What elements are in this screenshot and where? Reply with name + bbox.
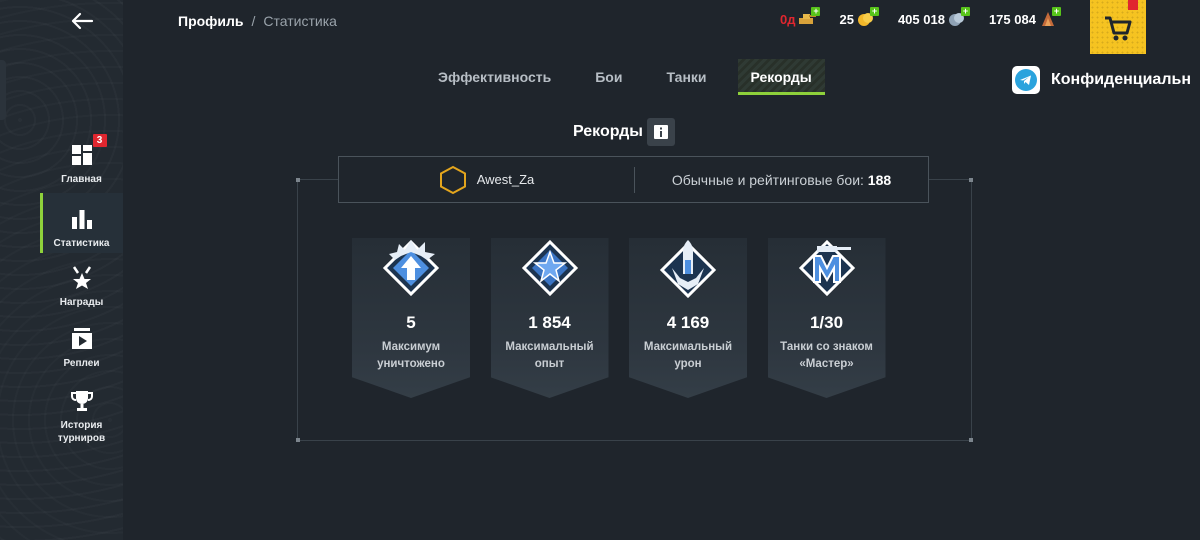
tab-efficiency[interactable]: Эффективность: [425, 59, 564, 95]
stats-tabs: Эффективность Бои Танки Рекорды: [425, 59, 843, 95]
gold-value: 25: [839, 11, 854, 27]
sidebar-item-label: Главная: [61, 174, 102, 185]
arrow-left-icon: [71, 12, 94, 30]
sidebar-item-statistics[interactable]: Статистика: [40, 193, 123, 253]
gold-coins-icon: +: [856, 6, 879, 28]
gold-counter[interactable]: 25 +: [839, 6, 879, 28]
back-button[interactable]: [68, 8, 96, 34]
tab-battles[interactable]: Бои: [582, 59, 635, 95]
premium-days-value: 0д: [780, 11, 796, 27]
panel-corner: [969, 438, 973, 442]
sidebar-item-label: Награды: [59, 297, 104, 308]
player-hexagon-icon: [439, 165, 466, 194]
battles-value: 188: [867, 171, 892, 188]
sidebar-item-label: Реплеи: [63, 358, 100, 369]
sidebar-item-label: История турниров: [57, 420, 106, 444]
statistics-icon: [69, 206, 95, 232]
free-xp-value: 175 084: [988, 11, 1036, 27]
sidebar-item-tournament-history[interactable]: История турниров: [40, 388, 123, 444]
replays-icon: [69, 326, 95, 352]
player-info-bar: Awest_Za Обычные и рейтинговые бои: 188: [338, 156, 929, 203]
sidebar-item-label: Статистика: [53, 238, 110, 249]
sidebar: 3 Главная Статистика Награды Реплеи Исто…: [0, 0, 123, 540]
notification-badge: 3: [92, 134, 107, 147]
sidebar-item-home[interactable]: 3 Главная: [40, 134, 123, 186]
home-icon: 3: [69, 134, 107, 168]
tournament-trophy-icon: [69, 388, 95, 414]
sidebar-edge: [0, 60, 6, 120]
max-xp-medal-icon: [521, 239, 578, 297]
info-button[interactable]: [646, 118, 675, 146]
free-xp-counter[interactable]: 175 084 +: [988, 6, 1061, 28]
breadcrumb-separator: /: [251, 13, 256, 29]
record-value: 5: [406, 313, 416, 332]
sidebar-item-awards[interactable]: Награды: [40, 265, 123, 309]
add-credits-icon: +: [960, 6, 970, 16]
records-list: 5 Максимум уничтожено 1 854 Максимальный о…: [352, 238, 906, 398]
section-title: Рекорды: [573, 123, 643, 140]
add-gold-icon: +: [869, 6, 879, 16]
add-premium-icon: +: [811, 6, 821, 16]
tab-tanks[interactable]: Танки: [653, 59, 719, 95]
currency-bar: 0д + 25 + 405 018 + 175 084 +: [780, 6, 1080, 28]
panel-corner: [969, 178, 973, 182]
mastery-badge-medal-icon: [798, 239, 855, 297]
battles-count: Обычные и рейтинговые бои: 188: [635, 172, 928, 188]
battles-label: Обычные и рейтинговые бои:: [671, 171, 864, 188]
add-free-xp-icon: +: [1051, 6, 1061, 16]
record-value: 1 854: [528, 313, 571, 332]
record-caption: Максимальный опыт: [505, 341, 594, 370]
credits-counter[interactable]: 405 018 +: [897, 6, 970, 28]
premium-days-counter[interactable]: 0д +: [780, 6, 821, 28]
record-card-max-damage: 4 169 Максимальный урон: [629, 238, 747, 398]
panel-corner: [296, 438, 300, 442]
credits-value: 405 018: [897, 11, 945, 27]
record-caption: Танки со знаком «Мастер»: [780, 341, 873, 370]
info-icon: [653, 125, 668, 139]
sidebar-item-replays[interactable]: Реплеи: [40, 326, 123, 370]
breadcrumb: Профиль / Статистика: [178, 13, 337, 29]
record-card-mastery: 1/30 Танки со знаком «Мастер»: [767, 238, 886, 398]
record-card-max-destroyed: 5 Максимум уничтожено: [352, 238, 470, 398]
max-destroyed-medal-icon: [382, 239, 440, 297]
telegram-label: Конфиденциальн: [1051, 71, 1191, 88]
premium-tank-icon: +: [797, 6, 821, 28]
player-name: Awest_Za: [476, 172, 535, 187]
record-value: 4 169: [666, 313, 710, 332]
breadcrumb-current: Статистика: [263, 13, 337, 29]
shop-sale-tag: [1128, 0, 1138, 10]
player-identity: Awest_Za: [339, 165, 634, 195]
telegram-link[interactable]: Конфиденциальн: [1012, 66, 1191, 94]
record-value: 1/30: [809, 313, 844, 332]
free-xp-icon: +: [1038, 6, 1061, 28]
silver-coins-icon: +: [947, 6, 970, 28]
section-header: Рекорды: [573, 118, 675, 146]
tab-records[interactable]: Рекорды: [737, 59, 825, 95]
record-caption: Максимум уничтожено: [377, 341, 445, 370]
panel-corner: [296, 178, 300, 182]
record-card-max-xp: 1 854 Максимальный опыт: [490, 238, 609, 398]
breadcrumb-profile[interactable]: Профиль: [178, 13, 244, 29]
max-damage-medal-icon: [659, 240, 717, 298]
awards-icon: [69, 265, 95, 291]
shop-button[interactable]: [1090, 0, 1146, 54]
telegram-icon: [1012, 66, 1040, 94]
record-caption: Максимальный урон: [643, 341, 733, 370]
